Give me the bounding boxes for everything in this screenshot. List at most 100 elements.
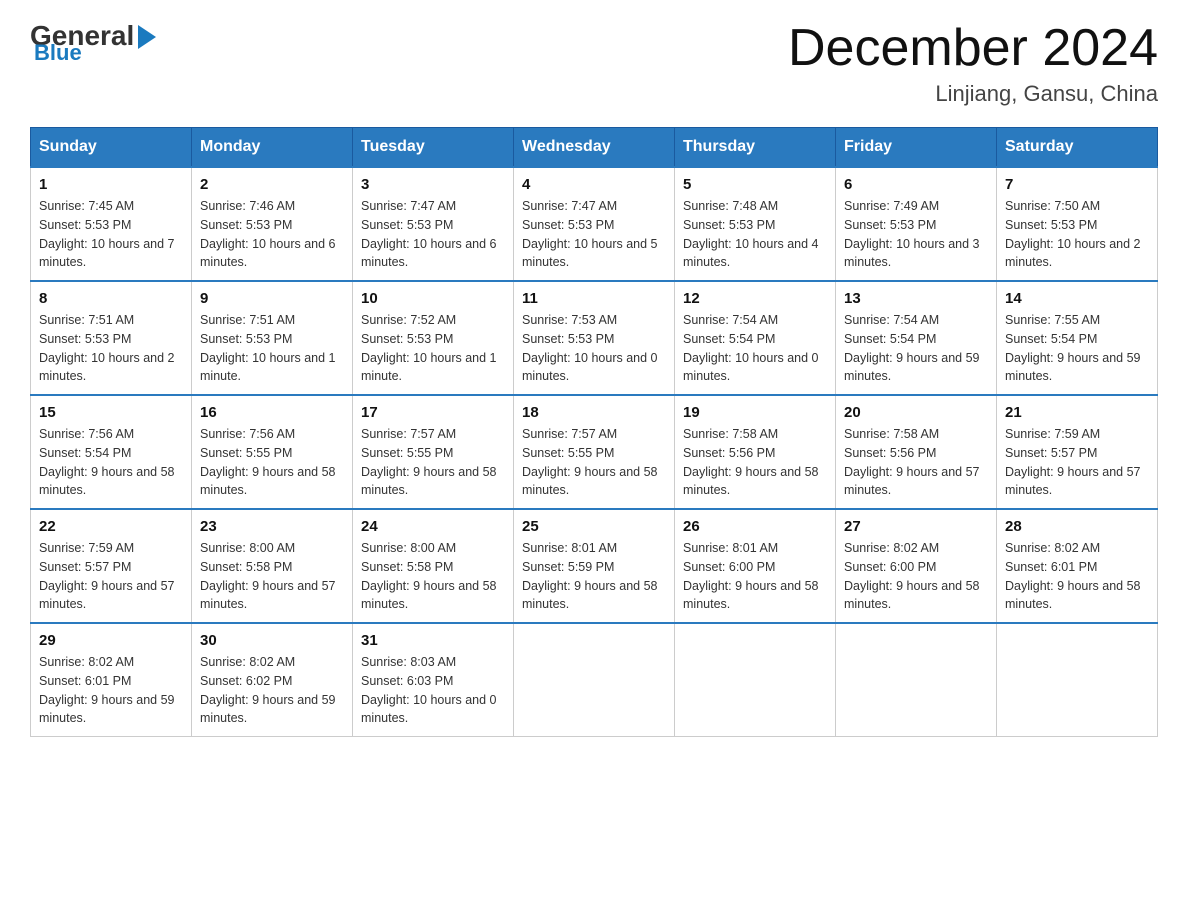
week-row-3: 15 Sunrise: 7:56 AMSunset: 5:54 PMDaylig… xyxy=(31,395,1158,509)
logo-triangle-icon xyxy=(138,25,156,49)
day-number: 2 xyxy=(200,176,344,193)
day-number: 5 xyxy=(683,176,827,193)
logo-blue-text: Blue xyxy=(34,40,82,66)
day-info: Sunrise: 7:56 AMSunset: 5:55 PMDaylight:… xyxy=(200,427,336,497)
day-number: 16 xyxy=(200,404,344,421)
calendar-cell: 29 Sunrise: 8:02 AMSunset: 6:01 PMDaylig… xyxy=(31,623,192,737)
page-header: General Blue December 2024 Linjiang, Gan… xyxy=(30,20,1158,107)
day-info: Sunrise: 8:02 AMSunset: 6:00 PMDaylight:… xyxy=(844,541,980,611)
calendar-cell: 14 Sunrise: 7:55 AMSunset: 5:54 PMDaylig… xyxy=(997,281,1158,395)
calendar-cell: 6 Sunrise: 7:49 AMSunset: 5:53 PMDayligh… xyxy=(836,167,997,281)
day-number: 4 xyxy=(522,176,666,193)
day-number: 10 xyxy=(361,290,505,307)
day-number: 14 xyxy=(1005,290,1149,307)
header-thursday: Thursday xyxy=(675,128,836,168)
logo: General Blue xyxy=(30,20,156,66)
day-info: Sunrise: 8:02 AMSunset: 6:01 PMDaylight:… xyxy=(1005,541,1141,611)
day-number: 20 xyxy=(844,404,988,421)
day-number: 21 xyxy=(1005,404,1149,421)
day-number: 27 xyxy=(844,518,988,535)
header-saturday: Saturday xyxy=(997,128,1158,168)
day-info: Sunrise: 7:46 AMSunset: 5:53 PMDaylight:… xyxy=(200,199,336,269)
calendar-cell: 1 Sunrise: 7:45 AMSunset: 5:53 PMDayligh… xyxy=(31,167,192,281)
day-number: 26 xyxy=(683,518,827,535)
calendar-cell: 3 Sunrise: 7:47 AMSunset: 5:53 PMDayligh… xyxy=(353,167,514,281)
header-sunday: Sunday xyxy=(31,128,192,168)
day-info: Sunrise: 7:51 AMSunset: 5:53 PMDaylight:… xyxy=(39,313,175,383)
calendar-cell xyxy=(836,623,997,737)
calendar-cell: 21 Sunrise: 7:59 AMSunset: 5:57 PMDaylig… xyxy=(997,395,1158,509)
day-number: 29 xyxy=(39,632,183,649)
day-number: 31 xyxy=(361,632,505,649)
day-info: Sunrise: 7:55 AMSunset: 5:54 PMDaylight:… xyxy=(1005,313,1141,383)
day-info: Sunrise: 7:48 AMSunset: 5:53 PMDaylight:… xyxy=(683,199,819,269)
calendar-cell: 15 Sunrise: 7:56 AMSunset: 5:54 PMDaylig… xyxy=(31,395,192,509)
title-section: December 2024 Linjiang, Gansu, China xyxy=(788,20,1158,107)
day-info: Sunrise: 7:54 AMSunset: 5:54 PMDaylight:… xyxy=(844,313,980,383)
calendar-cell: 28 Sunrise: 8:02 AMSunset: 6:01 PMDaylig… xyxy=(997,509,1158,623)
header-wednesday: Wednesday xyxy=(514,128,675,168)
day-number: 9 xyxy=(200,290,344,307)
day-info: Sunrise: 8:02 AMSunset: 6:02 PMDaylight:… xyxy=(200,655,336,725)
calendar-cell: 10 Sunrise: 7:52 AMSunset: 5:53 PMDaylig… xyxy=(353,281,514,395)
calendar-cell: 19 Sunrise: 7:58 AMSunset: 5:56 PMDaylig… xyxy=(675,395,836,509)
day-info: Sunrise: 8:01 AMSunset: 5:59 PMDaylight:… xyxy=(522,541,658,611)
day-number: 23 xyxy=(200,518,344,535)
day-number: 25 xyxy=(522,518,666,535)
day-number: 24 xyxy=(361,518,505,535)
calendar-cell xyxy=(514,623,675,737)
day-info: Sunrise: 7:45 AMSunset: 5:53 PMDaylight:… xyxy=(39,199,175,269)
header-tuesday: Tuesday xyxy=(353,128,514,168)
day-number: 17 xyxy=(361,404,505,421)
day-number: 30 xyxy=(200,632,344,649)
calendar-cell: 13 Sunrise: 7:54 AMSunset: 5:54 PMDaylig… xyxy=(836,281,997,395)
day-number: 3 xyxy=(361,176,505,193)
calendar-cell: 26 Sunrise: 8:01 AMSunset: 6:00 PMDaylig… xyxy=(675,509,836,623)
day-info: Sunrise: 7:58 AMSunset: 5:56 PMDaylight:… xyxy=(683,427,819,497)
month-title: December 2024 xyxy=(788,20,1158,77)
day-number: 11 xyxy=(522,290,666,307)
day-number: 8 xyxy=(39,290,183,307)
calendar-cell: 11 Sunrise: 7:53 AMSunset: 5:53 PMDaylig… xyxy=(514,281,675,395)
day-info: Sunrise: 7:56 AMSunset: 5:54 PMDaylight:… xyxy=(39,427,175,497)
day-number: 22 xyxy=(39,518,183,535)
day-number: 13 xyxy=(844,290,988,307)
day-info: Sunrise: 7:59 AMSunset: 5:57 PMDaylight:… xyxy=(39,541,175,611)
calendar-cell: 23 Sunrise: 8:00 AMSunset: 5:58 PMDaylig… xyxy=(192,509,353,623)
calendar-cell: 8 Sunrise: 7:51 AMSunset: 5:53 PMDayligh… xyxy=(31,281,192,395)
header-friday: Friday xyxy=(836,128,997,168)
day-info: Sunrise: 7:50 AMSunset: 5:53 PMDaylight:… xyxy=(1005,199,1141,269)
calendar-cell: 20 Sunrise: 7:58 AMSunset: 5:56 PMDaylig… xyxy=(836,395,997,509)
day-info: Sunrise: 7:52 AMSunset: 5:53 PMDaylight:… xyxy=(361,313,497,383)
day-info: Sunrise: 7:57 AMSunset: 5:55 PMDaylight:… xyxy=(361,427,497,497)
week-row-5: 29 Sunrise: 8:02 AMSunset: 6:01 PMDaylig… xyxy=(31,623,1158,737)
location-text: Linjiang, Gansu, China xyxy=(788,81,1158,107)
day-info: Sunrise: 7:59 AMSunset: 5:57 PMDaylight:… xyxy=(1005,427,1141,497)
day-info: Sunrise: 7:51 AMSunset: 5:53 PMDaylight:… xyxy=(200,313,336,383)
day-info: Sunrise: 7:47 AMSunset: 5:53 PMDaylight:… xyxy=(522,199,658,269)
week-row-4: 22 Sunrise: 7:59 AMSunset: 5:57 PMDaylig… xyxy=(31,509,1158,623)
day-info: Sunrise: 8:00 AMSunset: 5:58 PMDaylight:… xyxy=(361,541,497,611)
day-info: Sunrise: 8:02 AMSunset: 6:01 PMDaylight:… xyxy=(39,655,175,725)
calendar-cell: 25 Sunrise: 8:01 AMSunset: 5:59 PMDaylig… xyxy=(514,509,675,623)
day-number: 1 xyxy=(39,176,183,193)
day-number: 7 xyxy=(1005,176,1149,193)
calendar-cell: 18 Sunrise: 7:57 AMSunset: 5:55 PMDaylig… xyxy=(514,395,675,509)
header-monday: Monday xyxy=(192,128,353,168)
day-info: Sunrise: 8:00 AMSunset: 5:58 PMDaylight:… xyxy=(200,541,336,611)
day-info: Sunrise: 7:57 AMSunset: 5:55 PMDaylight:… xyxy=(522,427,658,497)
calendar-cell: 7 Sunrise: 7:50 AMSunset: 5:53 PMDayligh… xyxy=(997,167,1158,281)
day-number: 15 xyxy=(39,404,183,421)
day-info: Sunrise: 7:54 AMSunset: 5:54 PMDaylight:… xyxy=(683,313,819,383)
calendar-cell: 12 Sunrise: 7:54 AMSunset: 5:54 PMDaylig… xyxy=(675,281,836,395)
calendar-cell xyxy=(675,623,836,737)
day-number: 6 xyxy=(844,176,988,193)
day-number: 12 xyxy=(683,290,827,307)
week-row-2: 8 Sunrise: 7:51 AMSunset: 5:53 PMDayligh… xyxy=(31,281,1158,395)
day-info: Sunrise: 7:58 AMSunset: 5:56 PMDaylight:… xyxy=(844,427,980,497)
calendar-table: Sunday Monday Tuesday Wednesday Thursday… xyxy=(30,127,1158,737)
day-info: Sunrise: 7:53 AMSunset: 5:53 PMDaylight:… xyxy=(522,313,658,383)
calendar-cell xyxy=(997,623,1158,737)
calendar-cell: 16 Sunrise: 7:56 AMSunset: 5:55 PMDaylig… xyxy=(192,395,353,509)
day-info: Sunrise: 7:49 AMSunset: 5:53 PMDaylight:… xyxy=(844,199,980,269)
